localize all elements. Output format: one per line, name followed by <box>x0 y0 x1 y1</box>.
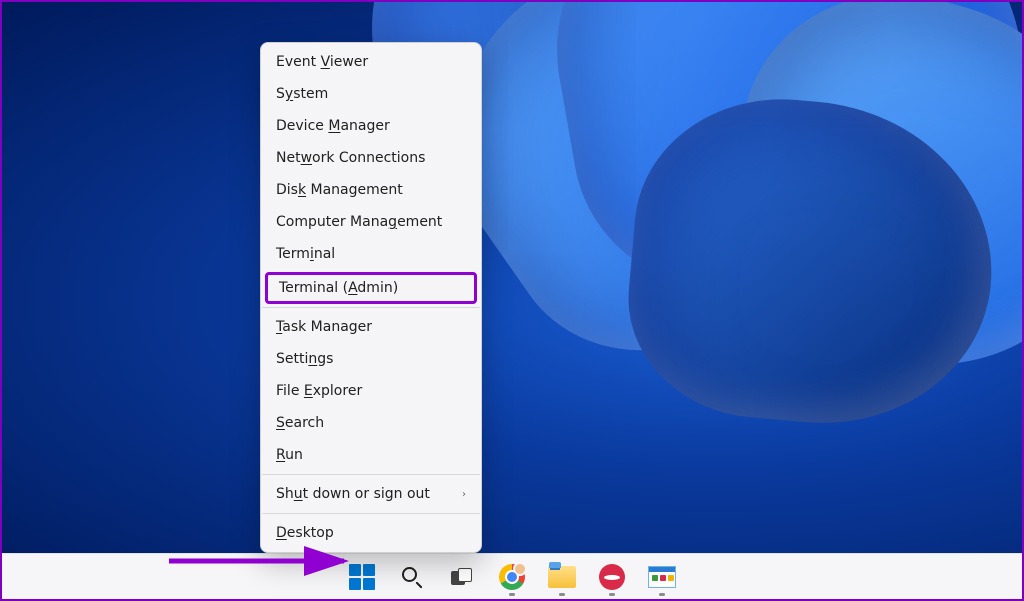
winx-context-menu: Event Viewer System Device Manager Netwo… <box>260 42 482 553</box>
menu-item-network-connections[interactable]: Network Connections <box>261 142 481 174</box>
taskbar-app-chrome[interactable] <box>492 557 532 597</box>
desktop-wallpaper[interactable] <box>2 2 1022 599</box>
lips-app-icon <box>599 564 625 590</box>
menu-item-file-explorer[interactable]: File Explorer <box>261 375 481 407</box>
menu-item-terminal-admin[interactable]: Terminal (Admin) <box>265 272 477 304</box>
chrome-icon <box>499 564 525 590</box>
taskbar-app-file-explorer[interactable] <box>542 557 582 597</box>
menu-item-computer-management[interactable]: Computer Management <box>261 206 481 238</box>
menu-item-disk-management[interactable]: Disk Management <box>261 174 481 206</box>
menu-item-settings[interactable]: Settings <box>261 343 481 375</box>
menu-item-shutdown-signout[interactable]: Shut down or sign out › <box>261 478 481 510</box>
windows-logo-icon <box>349 564 375 590</box>
search-icon <box>401 566 423 588</box>
menu-item-terminal[interactable]: Terminal <box>261 238 481 270</box>
open-indicator <box>559 593 565 596</box>
menu-item-search[interactable]: Search <box>261 407 481 439</box>
search-button[interactable] <box>392 557 432 597</box>
menu-separator <box>262 307 480 308</box>
open-indicator <box>659 593 665 596</box>
menu-item-run[interactable]: Run <box>261 439 481 471</box>
task-view-icon <box>451 568 473 586</box>
menu-separator <box>262 513 480 514</box>
file-explorer-icon <box>548 566 576 588</box>
menu-item-device-manager[interactable]: Device Manager <box>261 110 481 142</box>
menu-item-task-manager[interactable]: Task Manager <box>261 311 481 343</box>
chevron-right-icon: › <box>462 489 466 500</box>
taskbar <box>2 553 1022 599</box>
open-indicator <box>509 593 515 596</box>
menu-item-event-viewer[interactable]: Event Viewer <box>261 46 481 78</box>
taskbar-app-lips[interactable] <box>592 557 632 597</box>
taskbar-app-control-panel[interactable] <box>642 557 682 597</box>
menu-separator <box>262 474 480 475</box>
menu-item-system[interactable]: System <box>261 78 481 110</box>
control-panel-icon <box>648 566 676 588</box>
open-indicator <box>609 593 615 596</box>
profile-badge-icon <box>513 562 527 576</box>
start-button[interactable] <box>342 557 382 597</box>
menu-item-desktop[interactable]: Desktop <box>261 517 481 549</box>
task-view-button[interactable] <box>442 557 482 597</box>
